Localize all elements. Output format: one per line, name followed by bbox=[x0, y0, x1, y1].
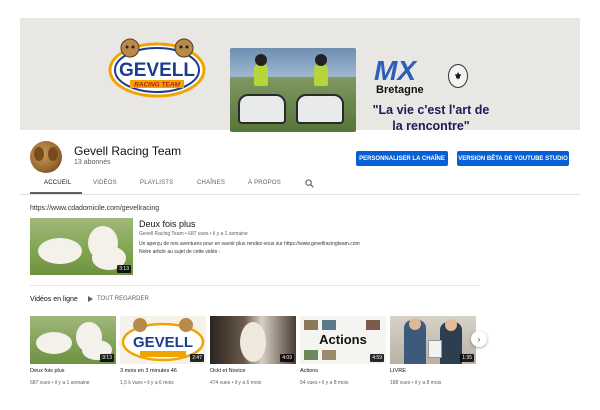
tab-a-propos[interactable]: À PROPOS bbox=[248, 180, 281, 186]
video-card[interactable]: Actions 4:59 Actions 54 vues • il y a 8 … bbox=[300, 316, 386, 386]
video-meta: 54 vues • il y a 8 mois bbox=[300, 380, 349, 386]
video-thumbnail[interactable]: Actions 4:59 bbox=[300, 316, 386, 364]
video-thumbnail[interactable]: 3:13 bbox=[30, 316, 116, 364]
video-duration: 3:13 bbox=[117, 265, 131, 273]
video-meta: 474 vues • il y a 6 mois bbox=[210, 380, 262, 386]
video-duration: 4:59 bbox=[370, 354, 384, 362]
studio-beta-button[interactable]: VERSION BÊTA DE YOUTUBE STUDIO bbox=[457, 151, 569, 166]
video-card[interactable]: GEVELL 2:47 3 mois en 3 minutes 46 1,5 k… bbox=[120, 316, 206, 386]
video-thumbnail[interactable]: 1:35 bbox=[390, 316, 476, 364]
video-duration: 1:35 bbox=[460, 354, 474, 362]
channel-name: Gevell Racing Team bbox=[74, 144, 182, 158]
chevron-right-icon: › bbox=[477, 334, 481, 344]
video-title[interactable]: LIVRE bbox=[390, 368, 476, 374]
featured-link[interactable]: https://www.cdadomicile.com/gevellracing bbox=[30, 205, 159, 212]
gevell-logo: GEVELL RACING TEAM bbox=[108, 38, 206, 98]
video-meta: 188 vues • il y a 8 mois bbox=[390, 380, 442, 386]
helmet-right bbox=[315, 54, 327, 66]
video-thumbnail[interactable]: 4:09 bbox=[210, 316, 296, 364]
svg-text:RACING TEAM: RACING TEAM bbox=[134, 82, 180, 89]
tab-videos[interactable]: VIDÉOS bbox=[93, 180, 117, 186]
featured-video-meta: Gevell Racing Team • 687 vues • il y a 1… bbox=[139, 231, 248, 237]
video-title[interactable]: Deux fois plus bbox=[30, 368, 116, 374]
customize-channel-button[interactable]: PERSONNALISER LA CHAÎNE bbox=[356, 151, 448, 166]
video-duration: 2:47 bbox=[190, 354, 204, 362]
video-duration: 3:13 bbox=[100, 354, 114, 362]
video-thumbnail[interactable]: GEVELL 2:47 bbox=[120, 316, 206, 364]
helmet-left bbox=[255, 54, 267, 66]
rider-left bbox=[254, 64, 268, 86]
video-title[interactable]: Actions bbox=[300, 368, 386, 374]
tab-accueil[interactable]: ACCUEIL bbox=[44, 180, 71, 186]
rider-right bbox=[314, 64, 328, 86]
video-title[interactable]: 3 mois en 3 minutes 46 bbox=[120, 368, 206, 374]
video-meta: 687 vues • il y a 1 semaine bbox=[30, 380, 90, 386]
play-icon bbox=[88, 296, 93, 302]
shelf-next-button[interactable]: › bbox=[471, 331, 487, 347]
tab-playlists[interactable]: PLAYLISTS bbox=[140, 180, 173, 186]
video-duration: 4:09 bbox=[280, 354, 294, 362]
subscriber-count: 13 abonnés bbox=[74, 159, 111, 166]
svg-text:GEVELL: GEVELL bbox=[133, 334, 193, 351]
video-card[interactable]: 3:13 Deux fois plus 687 vues • il y a 1 … bbox=[30, 316, 116, 386]
play-all-button[interactable]: TOUT REGARDER bbox=[88, 296, 149, 302]
section-divider bbox=[30, 285, 480, 286]
featured-video-title[interactable]: Deux fois plus bbox=[139, 219, 196, 229]
tabs-divider bbox=[20, 194, 580, 195]
featured-description-line-1: Un aperçu de nos aventures pour en savoi… bbox=[139, 241, 360, 247]
svg-text:Bretagne: Bretagne bbox=[376, 84, 424, 96]
tagline-line-2: la rencontre" bbox=[392, 119, 470, 133]
quad-bike-left bbox=[238, 94, 286, 124]
video-meta: 1,5 k vues • il y a 6 mois bbox=[120, 380, 174, 386]
channel-avatar[interactable] bbox=[30, 141, 62, 173]
featured-description-line-2: Notre article au sujet de cette vidéo : bbox=[139, 249, 221, 255]
banner-quad-photo bbox=[230, 48, 356, 132]
video-title[interactable]: Ocki et Novice bbox=[210, 368, 296, 374]
svg-text:MX: MX bbox=[374, 55, 418, 86]
search-icon[interactable] bbox=[305, 179, 314, 188]
banner-tagline: "La vie c'est l'art de la rencontre" bbox=[362, 102, 500, 134]
tab-chaines[interactable]: CHAÎNES bbox=[197, 180, 225, 186]
channel-banner: GEVELL RACING TEAM MX Bretagne ⚜ "La vie… bbox=[20, 18, 580, 133]
breton-emblem: ⚜ bbox=[448, 64, 468, 88]
play-all-label: TOUT REGARDER bbox=[97, 296, 149, 302]
video-card[interactable]: 1:35 LIVRE 188 vues • il y a 8 mois bbox=[390, 316, 476, 386]
quad-bike-right bbox=[296, 94, 344, 124]
featured-video-thumbnail[interactable]: 3:13 bbox=[30, 218, 133, 275]
svg-text:GEVELL: GEVELL bbox=[119, 60, 195, 81]
video-card[interactable]: 4:09 Ocki et Novice 474 vues • il y a 6 … bbox=[210, 316, 296, 386]
shelf-title[interactable]: Vidéos en ligne bbox=[30, 296, 78, 303]
channel-tabs: ACCUEIL VIDÉOS PLAYLISTS CHAÎNES À PROPO… bbox=[30, 176, 572, 194]
tagline-line-1: "La vie c'est l'art de bbox=[372, 103, 490, 117]
thumbnail-text: Actions bbox=[319, 332, 367, 347]
